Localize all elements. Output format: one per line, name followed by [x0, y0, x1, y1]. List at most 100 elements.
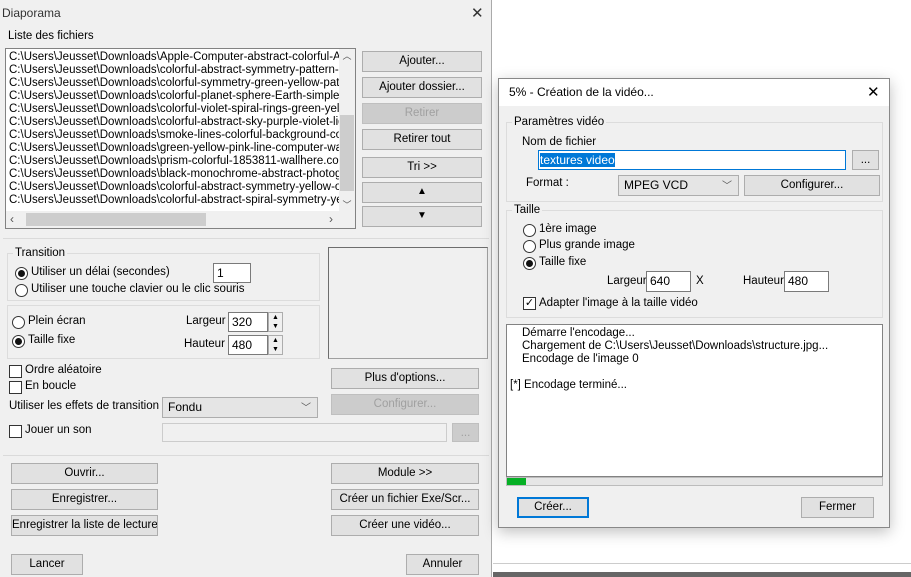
close-icon[interactable]: ✕	[867, 83, 880, 101]
delay-label: Utiliser un délai (secondes)	[31, 266, 170, 278]
file-list-item[interactable]: C:\Users\Jeusset\Downloads\colorful-symm…	[9, 77, 341, 90]
file-list-item[interactable]: C:\Users\Jeusset\Downloads\colorful-abst…	[9, 64, 341, 77]
window-title: Diaporama	[2, 6, 61, 20]
largest-image-radio[interactable]	[523, 240, 536, 253]
filename-value: textures video	[540, 153, 615, 167]
sound-path-input[interactable]	[162, 423, 447, 442]
file-list-item[interactable]: C:\Users\Jeusset\Downloads\smoke-lines-c…	[9, 129, 341, 142]
delay-input[interactable]: 1	[213, 263, 251, 283]
height-input[interactable]: 480	[784, 271, 829, 292]
main-window: Diaporama ✕ Liste des fichiers C:\Users\…	[0, 0, 492, 577]
filename-label: Nom de fichier	[522, 136, 597, 148]
background-divider	[493, 563, 911, 564]
launch-button[interactable]: Lancer	[11, 554, 83, 575]
log-line: [*] Encodage terminé...	[510, 379, 627, 391]
cancel-button[interactable]: Annuler	[406, 554, 479, 575]
close-button[interactable]: Fermer	[801, 497, 874, 518]
times-label: X	[696, 275, 704, 287]
divider	[3, 455, 489, 456]
delay-radio[interactable]	[15, 267, 28, 280]
sound-checkbox[interactable]	[9, 425, 22, 438]
effect-value: Fondu	[168, 400, 203, 414]
format-value: MPEG VCD	[624, 178, 689, 192]
height-label: Hauteur	[743, 275, 784, 287]
browse-sound-button[interactable]: ...	[452, 423, 479, 442]
file-list-item[interactable]: C:\Users\Jeusset\Downloads\green-yellow-…	[9, 142, 341, 155]
save-playlist-button[interactable]: Enregistrer la liste de lecture...	[11, 515, 158, 536]
vertical-scrollbar[interactable]: ︿ ﹀	[339, 49, 355, 211]
file-list[interactable]: C:\Users\Jeusset\Downloads\Apple-Compute…	[5, 48, 356, 229]
file-list-item[interactable]: C:\Users\Jeusset\Downloads\colorful-abst…	[9, 181, 341, 194]
progress-fill	[507, 478, 526, 485]
taskbar-strip	[493, 572, 911, 577]
format-select[interactable]: MPEG VCD ﹀	[618, 175, 739, 196]
sound-label: Jouer un son	[25, 424, 92, 436]
configure-button[interactable]: Configurer...	[331, 394, 479, 415]
fixed-size-radio[interactable]	[12, 335, 25, 348]
random-label: Ordre aléatoire	[25, 364, 102, 376]
video-dialog: 5% - Création de la vidéo... ✕ Paramètre…	[498, 78, 890, 528]
add-button[interactable]: Ajouter...	[362, 51, 482, 72]
browse-button[interactable]: ...	[852, 150, 879, 170]
open-button[interactable]: Ouvrir...	[11, 463, 158, 484]
fullscreen-label: Plein écran	[28, 315, 86, 327]
file-list-item[interactable]: C:\Users\Jeusset\Downloads\colorful-abst…	[9, 116, 341, 129]
dialog-titlebar: 5% - Création de la vidéo... ✕	[499, 79, 889, 106]
sort-button[interactable]: Tri >>	[362, 157, 482, 178]
log-line: Démarre l'encodage...	[522, 327, 635, 339]
progress-bar	[506, 477, 883, 486]
file-list-item[interactable]: C:\Users\Jeusset\Downloads\black-monochr…	[9, 168, 341, 181]
file-list-item[interactable]: C:\Users\Jeusset\Downloads\prism-colorfu…	[9, 155, 341, 168]
width-input[interactable]: 320	[228, 312, 268, 332]
fit-label: Adapter l'image à la taille vidéo	[539, 297, 698, 309]
log-box: Démarre l'encodage... Chargement de C:\Us…	[506, 324, 883, 477]
create-video-button[interactable]: Créer une vidéo...	[331, 515, 479, 536]
format-label: Format :	[526, 177, 569, 189]
effect-select[interactable]: Fondu ﹀	[162, 397, 318, 418]
scroll-thumb[interactable]	[340, 115, 354, 191]
filename-input[interactable]: textures video	[538, 150, 846, 170]
file-list-item[interactable]: C:\Users\Jeusset\Downloads\Apple-Compute…	[9, 51, 341, 64]
file-list-item[interactable]: C:\Users\Jeusset\Downloads\colorful-viol…	[9, 103, 341, 116]
key-label: Utiliser une touche clavier ou le clic s…	[31, 283, 245, 295]
file-list-item[interactable]: C:\Users\Jeusset\Downloads\colorful-abst…	[9, 194, 341, 207]
width-spinner[interactable]: ▲ ▼	[268, 312, 283, 332]
height-spinner[interactable]: ▲ ▼	[268, 335, 283, 355]
configure-format-button[interactable]: Configurer...	[744, 175, 880, 196]
key-radio[interactable]	[15, 284, 28, 297]
add-folder-button[interactable]: Ajouter dossier...	[362, 77, 482, 98]
size-label: Taille	[512, 204, 543, 216]
scroll-thumb[interactable]	[26, 213, 206, 226]
video-params-label: Paramètres vidéo	[512, 116, 607, 128]
remove-button[interactable]: Retirer	[362, 103, 482, 124]
horizontal-scrollbar[interactable]: ‹ ›	[6, 211, 355, 228]
width-input[interactable]: 640	[646, 271, 691, 292]
height-input[interactable]: 480	[228, 335, 268, 355]
fit-checkbox[interactable]: ✓	[523, 297, 536, 310]
close-icon[interactable]: ✕	[471, 4, 484, 22]
move-up-button[interactable]: ▲	[362, 182, 482, 203]
loop-checkbox[interactable]	[9, 381, 22, 394]
module-button[interactable]: Module >>	[331, 463, 479, 484]
chevron-down-icon: ﹀	[301, 403, 311, 414]
file-list-item[interactable]: C:\Users\Jeusset\Downloads\colorful-plan…	[9, 90, 341, 103]
chevron-down-icon: ﹀	[722, 181, 732, 192]
random-checkbox[interactable]	[9, 365, 22, 378]
move-down-button[interactable]: ▼	[362, 206, 482, 227]
width-label: Largeur	[186, 315, 226, 327]
loop-label: En boucle	[25, 380, 77, 392]
files-label: Liste des fichiers	[8, 30, 94, 42]
create-button[interactable]: Créer...	[517, 497, 589, 518]
preview-box	[328, 247, 488, 359]
height-label: Hauteur	[184, 338, 225, 350]
create-exe-button[interactable]: Créer un fichier Exe/Scr...	[331, 489, 479, 510]
first-image-label: 1ère image	[539, 223, 597, 235]
save-button[interactable]: Enregistrer...	[11, 489, 158, 510]
fixed-size-radio[interactable]	[523, 257, 536, 270]
first-image-radio[interactable]	[523, 224, 536, 237]
fixed-size-label: Taille fixe	[28, 334, 76, 346]
more-options-button[interactable]: Plus d'options...	[331, 368, 479, 389]
fullscreen-radio[interactable]	[12, 316, 25, 329]
remove-all-button[interactable]: Retirer tout	[362, 129, 482, 150]
